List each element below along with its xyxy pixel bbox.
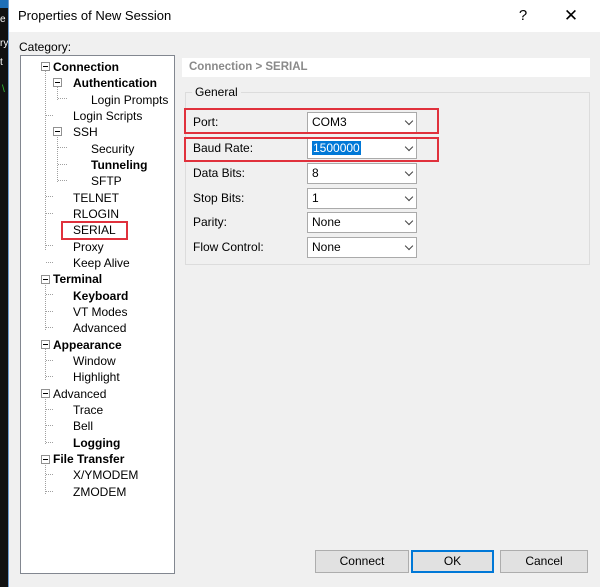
window-title: Properties of New Session — [18, 8, 172, 23]
chevron-down-icon[interactable] — [404, 216, 414, 226]
parity-select[interactable]: None — [307, 212, 417, 233]
tree-connector — [58, 180, 67, 181]
tree-connector — [46, 425, 53, 426]
chevron-down-icon[interactable] — [404, 192, 414, 202]
tree-connector — [46, 262, 53, 263]
tree-connector — [46, 376, 53, 377]
tree-item-trace[interactable]: Trace — [73, 402, 103, 418]
data-bits-select[interactable]: 8 — [307, 163, 417, 184]
tree-connector — [46, 115, 53, 116]
tree-item-connection[interactable]: Connection — [53, 59, 119, 75]
tree-connector — [46, 442, 53, 443]
tree-connector — [45, 462, 46, 494]
chevron-down-icon[interactable] — [404, 241, 414, 251]
parity-label: Parity: — [193, 215, 228, 229]
tree-item-file-transfer[interactable]: File Transfer — [53, 451, 124, 467]
tree-item-advanced[interactable]: Advanced — [73, 320, 126, 336]
baud-rate-highlight-box — [184, 137, 439, 162]
tree-item-window[interactable]: Window — [73, 353, 116, 369]
tree-item-x-ymodem[interactable]: X/YMODEM — [73, 467, 138, 483]
parity-value: None — [312, 215, 341, 229]
tree-connector — [46, 311, 53, 312]
general-group-title: General — [192, 85, 241, 99]
collapse-toggle-advanced[interactable] — [41, 389, 50, 398]
connect-button[interactable]: Connect — [315, 550, 409, 573]
tree-item-keyboard[interactable]: Keyboard — [73, 288, 128, 304]
tree-connector — [46, 474, 53, 475]
chevron-down-icon[interactable] — [404, 167, 414, 177]
tree-item-logging[interactable]: Logging — [73, 435, 120, 451]
tree-item-keep-alive[interactable]: Keep Alive — [73, 255, 130, 271]
data-bits-value: 8 — [312, 166, 319, 180]
tree-item-appearance[interactable]: Appearance — [53, 337, 122, 353]
background-text-fragment: t — [0, 57, 3, 68]
cancel-button[interactable]: Cancel — [500, 550, 588, 573]
tree-item-ssh[interactable]: SSH — [73, 124, 98, 140]
tree-item-login-scripts[interactable]: Login Scripts — [73, 108, 142, 124]
tree-item-tunneling[interactable]: Tunneling — [91, 157, 147, 173]
tree-item-rlogin[interactable]: RLOGIN — [73, 206, 119, 222]
stop-bits-select[interactable]: 1 — [307, 188, 417, 209]
tree-item-telnet[interactable]: TELNET — [73, 190, 119, 206]
collapse-toggle-ssh[interactable] — [53, 127, 62, 136]
tree-item-proxy[interactable]: Proxy — [73, 239, 104, 255]
flow-control-select[interactable]: None — [307, 237, 417, 258]
category-tree[interactable]: Connection Authentication Login Prompts Log… — [20, 55, 175, 574]
flow-control-label: Flow Control: — [193, 240, 264, 254]
collapse-toggle-file-transfer[interactable] — [41, 455, 50, 464]
tree-connector — [46, 360, 53, 361]
tree-connector — [46, 245, 53, 246]
background-text-fragment: \ — [2, 84, 5, 95]
tree-connector — [45, 282, 46, 330]
collapse-toggle-appearance[interactable] — [41, 340, 50, 349]
tree-item-sftp[interactable]: SFTP — [91, 173, 122, 189]
tree-item-serial[interactable]: SERIAL — [73, 222, 116, 238]
tree-item-zmodem[interactable]: ZMODEM — [73, 484, 126, 500]
tree-connector — [58, 164, 67, 165]
ok-button[interactable]: OK — [411, 550, 494, 573]
tree-connector — [45, 396, 46, 444]
tree-item-terminal[interactable]: Terminal — [53, 271, 102, 287]
tree-item-highlight[interactable]: Highlight — [73, 369, 120, 385]
tree-connector — [57, 134, 58, 182]
tree-item-authentication[interactable]: Authentication — [73, 75, 157, 91]
breadcrumb: Connection > SERIAL — [182, 58, 590, 77]
tree-item-security[interactable]: Security — [91, 141, 134, 157]
category-label: Category: — [19, 40, 72, 54]
close-button[interactable]: ✕ — [557, 4, 585, 28]
stop-bits-label: Stop Bits: — [193, 191, 245, 205]
data-bits-label: Data Bits: — [193, 166, 246, 180]
title-bar: Properties of New Session ? ✕ — [9, 0, 600, 32]
tree-item-vt-modes[interactable]: VT Modes — [73, 304, 127, 320]
background-text-fragment: e — [0, 14, 6, 25]
tree-connector — [46, 294, 53, 295]
port-highlight-box — [184, 108, 439, 134]
background-terminal-window: e ry t \ — [0, 0, 8, 587]
collapse-toggle-authentication[interactable] — [53, 78, 62, 87]
tree-connector — [46, 327, 53, 328]
tree-connector — [58, 147, 67, 148]
tree-connector — [46, 213, 53, 214]
stop-bits-value: 1 — [312, 191, 319, 205]
tree-connector — [58, 98, 67, 99]
tree-connector — [46, 196, 53, 197]
help-button[interactable]: ? — [509, 4, 537, 28]
tree-item-advanced[interactable]: Advanced — [53, 386, 106, 402]
tree-item-bell[interactable]: Bell — [73, 418, 93, 434]
collapse-toggle-terminal[interactable] — [41, 275, 50, 284]
tree-connector — [46, 409, 53, 410]
properties-dialog: Properties of New Session ? ✕ Category: — [8, 0, 600, 587]
tree-item-login-prompts[interactable]: Login Prompts — [91, 92, 168, 108]
tree-connector — [45, 70, 46, 250]
tree-connector — [46, 491, 53, 492]
collapse-toggle-connection[interactable] — [41, 62, 50, 71]
flow-control-value: None — [312, 240, 341, 254]
background-terminal-accent — [0, 0, 8, 8]
